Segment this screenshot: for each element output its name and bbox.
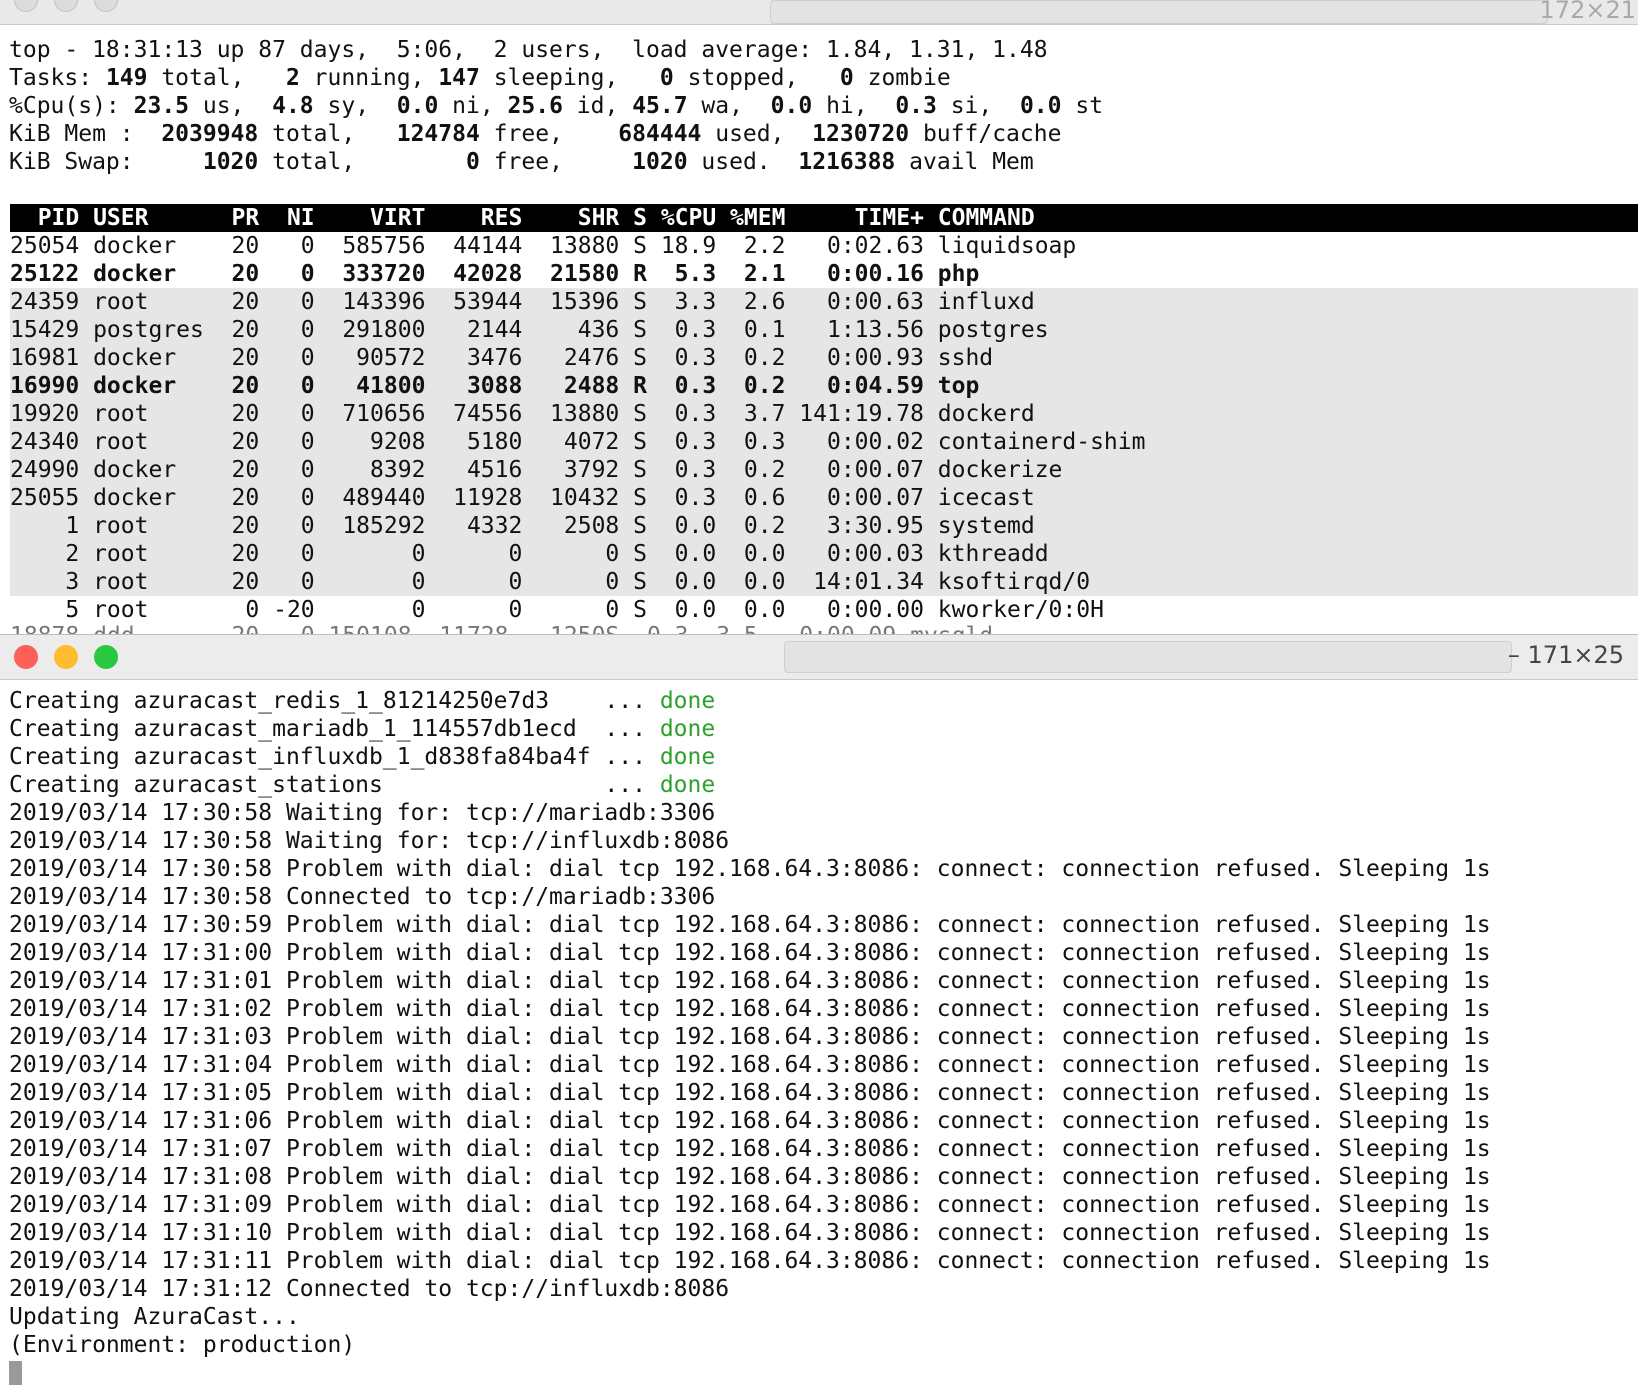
azuracast-terminal-window: – 171×25 Creating azuracast_redis_1_8121… [0, 634, 1638, 1385]
blank-line [0, 176, 1638, 204]
top-terminal-window: 172×21 top - 18:31:13 up 87 days, 5:06, … [0, 0, 1638, 634]
log-line: Updating AzuraCast... [0, 1303, 1638, 1331]
top-window-controls [14, 0, 118, 12]
process-row: 24340 root 20 0 9208 5180 4072 S 0.3 0.3… [10, 428, 1638, 456]
mem-line: KiB Mem : 2039948 total, 124784 free, 68… [0, 120, 1638, 148]
log-line: 2019/03/14 17:31:01 Problem with dial: d… [0, 967, 1638, 995]
process-row: 16990 docker 20 0 41800 3088 2488 R 0.3 … [10, 372, 1638, 400]
process-row: 25055 docker 20 0 489440 11928 10432 S 0… [10, 484, 1638, 512]
bottom-window-titlebar: – 171×25 [0, 635, 1638, 680]
top-window-size-label: 172×21 [1540, 0, 1636, 24]
uptime-line: top - 18:31:13 up 87 days, 5:06, 2 users… [0, 36, 1638, 64]
status-done: done [660, 772, 715, 798]
process-row: 25122 docker 20 0 333720 42028 21580 R 5… [10, 260, 1638, 288]
process-row: 5 root 0 -20 0 0 0 S 0.0 0.0 0:00.00 kwo… [10, 596, 1638, 624]
process-row: 24359 root 20 0 143396 53944 15396 S 3.3… [10, 288, 1638, 316]
status-done: done [660, 744, 715, 770]
process-table-header: PID USER PR NI VIRT RES SHR S %CPU %MEM … [10, 204, 1638, 232]
container-creation-list: Creating azuracast_redis_1_81214250e7d3 … [0, 687, 1638, 799]
process-row: 15429 postgres 20 0 291800 2144 436 S 0.… [10, 316, 1638, 344]
process-row: 2 root 20 0 0 0 0 S 0.0 0.0 0:00.03 kthr… [10, 540, 1638, 568]
prompt-line [0, 1359, 1638, 1385]
swap-line: KiB Swap: 1020 total, 0 free, 1020 used.… [0, 148, 1638, 176]
log-line: 2019/03/14 17:30:58 Waiting for: tcp://m… [0, 799, 1638, 827]
azuracast-output: Creating azuracast_redis_1_81214250e7d3 … [0, 687, 1638, 1385]
creating-text: Creating azuracast_mariadb_1_114557db1ec… [9, 716, 660, 742]
close-icon[interactable] [14, 645, 38, 669]
log-line: 2019/03/14 17:31:04 Problem with dial: d… [0, 1051, 1638, 1079]
log-line: 2019/03/14 17:31:09 Problem with dial: d… [0, 1191, 1638, 1219]
log-line: 2019/03/14 17:30:58 Connected to tcp://m… [0, 883, 1638, 911]
log-line: 2019/03/14 17:31:00 Problem with dial: d… [0, 939, 1638, 967]
log-line: 2019/03/14 17:30:58 Problem with dial: d… [0, 855, 1638, 883]
bottom-window-title-field[interactable] [784, 641, 1512, 673]
process-table: 25054 docker 20 0 585756 44144 13880 S 1… [0, 232, 1638, 624]
cut-off-row: 18878 ddd 20 0 150108 11728 1250S 0.3 3.… [10, 622, 993, 634]
zoom-icon[interactable] [94, 0, 118, 12]
close-icon[interactable] [14, 0, 38, 12]
log-line: 2019/03/14 17:31:06 Problem with dial: d… [0, 1107, 1638, 1135]
minimize-icon[interactable] [54, 645, 78, 669]
log-line: (Environment: production) [0, 1331, 1638, 1359]
log-line: 2019/03/14 17:31:05 Problem with dial: d… [0, 1079, 1638, 1107]
top-output: top - 18:31:13 up 87 days, 5:06, 2 users… [0, 36, 1638, 624]
cursor-icon [9, 1361, 22, 1385]
minimize-icon[interactable] [54, 0, 78, 12]
creating-line: Creating azuracast_redis_1_81214250e7d3 … [0, 687, 1638, 715]
status-done: done [660, 716, 715, 742]
creating-text: Creating azuracast_influxdb_1_d838fa84ba… [9, 744, 660, 770]
bottom-window-controls [14, 645, 118, 669]
log-line: 2019/03/14 17:30:58 Waiting for: tcp://i… [0, 827, 1638, 855]
log-line: 2019/03/14 17:31:02 Problem with dial: d… [0, 995, 1638, 1023]
top-window-titlebar: 172×21 [0, 0, 1638, 25]
zoom-icon[interactable] [94, 645, 118, 669]
log-output: 2019/03/14 17:30:58 Waiting for: tcp://m… [0, 799, 1638, 1359]
process-row: 25054 docker 20 0 585756 44144 13880 S 1… [10, 232, 1638, 260]
status-done: done [660, 688, 715, 714]
creating-text: Creating azuracast_stations ... [9, 772, 660, 798]
creating-text: Creating azuracast_redis_1_81214250e7d3 … [9, 688, 660, 714]
bottom-window-size-label: – 171×25 [1508, 641, 1624, 669]
process-row: 16981 docker 20 0 90572 3476 2476 S 0.3 … [10, 344, 1638, 372]
log-line: 2019/03/14 17:31:12 Connected to tcp://i… [0, 1275, 1638, 1303]
process-row: 19920 root 20 0 710656 74556 13880 S 0.3… [10, 400, 1638, 428]
top-window-title-field[interactable] [770, 0, 1548, 24]
tasks-line: Tasks: 149 total, 2 running, 147 sleepin… [0, 64, 1638, 92]
process-row: 3 root 20 0 0 0 0 S 0.0 0.0 14:01.34 kso… [10, 568, 1638, 596]
creating-line: Creating azuracast_stations ... done [0, 771, 1638, 799]
log-line: 2019/03/14 17:31:11 Problem with dial: d… [0, 1247, 1638, 1275]
log-line: 2019/03/14 17:31:03 Problem with dial: d… [0, 1023, 1638, 1051]
creating-line: Creating azuracast_influxdb_1_d838fa84ba… [0, 743, 1638, 771]
process-row: 24990 docker 20 0 8392 4516 3792 S 0.3 0… [10, 456, 1638, 484]
process-row: 1 root 20 0 185292 4332 2508 S 0.0 0.2 3… [10, 512, 1638, 540]
log-line: 2019/03/14 17:31:10 Problem with dial: d… [0, 1219, 1638, 1247]
log-line: 2019/03/14 17:31:07 Problem with dial: d… [0, 1135, 1638, 1163]
log-line: 2019/03/14 17:30:59 Problem with dial: d… [0, 911, 1638, 939]
creating-line: Creating azuracast_mariadb_1_114557db1ec… [0, 715, 1638, 743]
log-line: 2019/03/14 17:31:08 Problem with dial: d… [0, 1163, 1638, 1191]
cpu-line: %Cpu(s): 23.5 us, 4.8 sy, 0.0 ni, 25.6 i… [0, 92, 1638, 120]
